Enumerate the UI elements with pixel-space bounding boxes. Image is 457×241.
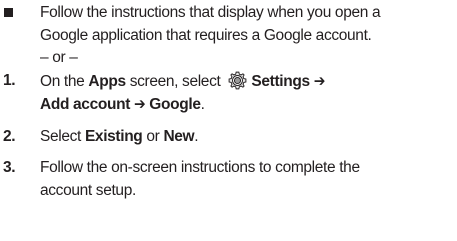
existing-label: Existing	[84, 128, 143, 145]
instruction-list: Follow the instructions that display whe…	[0, 0, 457, 241]
arrow-icon: ➔	[133, 95, 146, 113]
apps-label: Apps	[88, 73, 126, 90]
step-2-or: or	[142, 128, 164, 145]
arrow-icon: ➔	[313, 73, 326, 90]
step-2-end: .	[194, 128, 199, 145]
bullet-text: Follow the instructions that display whe…	[40, 2, 457, 70]
square-bullet-icon	[4, 8, 13, 17]
google-label: Google	[149, 95, 201, 113]
step-3-text: Follow the on-screen instructions to com…	[40, 157, 457, 202]
step-1-mid: screen, select	[125, 73, 225, 90]
step-3-line-2: account setup.	[40, 181, 136, 199]
new-label: New	[163, 128, 195, 145]
step-2-text: Select Existing or New.	[40, 126, 457, 149]
step-number: 1.	[3, 72, 16, 89]
settings-gear-icon	[229, 71, 247, 90]
step-2-pre: Select	[40, 128, 85, 145]
or-separator: – or –	[40, 49, 78, 66]
step-3-line-1: Follow the on-screen instructions to com…	[40, 159, 360, 176]
bullet-line-2: Google application that requires a Googl…	[40, 26, 372, 44]
step-number: 3.	[3, 159, 16, 176]
step-1-line-1: On the Apps screen, select Settings ➔	[40, 70, 457, 94]
step-1-text: On the Apps screen, select Settings ➔ Ad…	[40, 70, 457, 116]
add-account-label: Add account	[40, 95, 131, 113]
step-number: 2.	[3, 128, 16, 145]
step-2-line-1: Select Existing or New.	[40, 126, 457, 149]
step-1-end: .	[200, 95, 205, 113]
settings-label: Settings	[251, 73, 310, 90]
step-1-pre: On the	[40, 73, 89, 90]
step-1-line-2: Add account ➔ Google.	[40, 94, 457, 117]
bullet-line-1: Follow the instructions that display whe…	[40, 4, 381, 21]
